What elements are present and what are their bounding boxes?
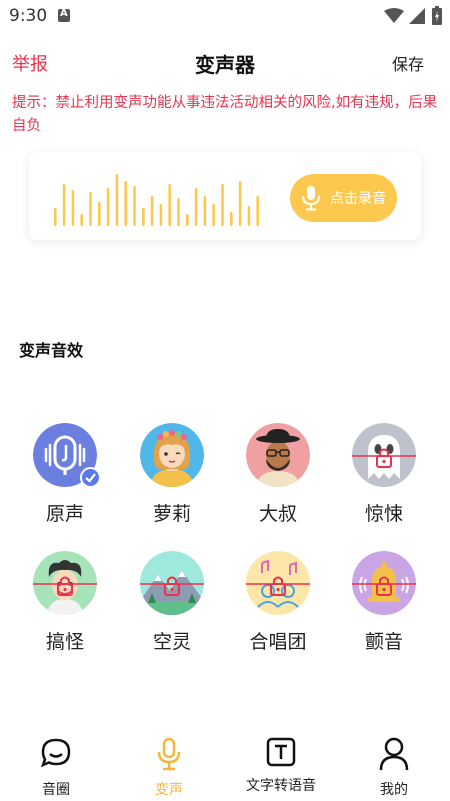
text-t-icon <box>266 737 296 767</box>
waveform-bar <box>256 196 259 226</box>
waveform-bar <box>133 186 136 226</box>
nav-item-mine[interactable]: 我的 <box>352 731 436 801</box>
effect-loli[interactable]: 萝莉 <box>127 423 217 533</box>
effect-funny[interactable]: 搞怪 <box>20 551 110 661</box>
status-time: 9:30 <box>9 6 48 26</box>
waveform-bar <box>89 192 92 226</box>
funny-avatar <box>33 551 97 615</box>
waveform-graphic <box>54 174 259 226</box>
effect-label: 颤音 <box>364 631 403 653</box>
signal-icon <box>409 8 425 24</box>
waveform-bar <box>150 196 154 226</box>
effect-ethereal[interactable]: 空灵 <box>127 551 217 661</box>
app-header: 举报 变声器 保存 <box>0 40 450 84</box>
ghost-avatar <box>352 423 416 487</box>
selected-check-icon <box>80 467 101 488</box>
record-card: 点击录音 <box>29 152 421 240</box>
waveform-bar <box>194 188 198 226</box>
effect-label: 大叔 <box>258 503 297 525</box>
waveform-bar <box>106 188 110 226</box>
record-button-label: 点击录音 <box>330 191 386 207</box>
nav-label: 变声 <box>155 782 183 798</box>
save-button[interactable]: 保存 <box>392 51 424 75</box>
waveform-bar <box>221 184 224 226</box>
battery-icon <box>432 6 442 25</box>
effect-label: 搞怪 <box>45 631 84 653</box>
waveform-bar <box>203 196 207 226</box>
waveform-bar <box>212 204 215 226</box>
waveform-bar <box>98 202 101 226</box>
chat-bubble-icon <box>40 738 71 768</box>
effect-uncle[interactable]: 大叔 <box>233 423 323 533</box>
waveform-bar <box>142 208 145 226</box>
effect-vibrato[interactable]: 颤音 <box>339 551 429 661</box>
girl-avatar <box>140 423 204 487</box>
nav-label: 我的 <box>380 782 408 798</box>
bell-avatar <box>352 551 416 615</box>
uncle-avatar <box>246 423 310 487</box>
record-button[interactable]: 点击录音 <box>290 174 397 222</box>
waveform-bar <box>186 214 189 226</box>
waveform-bar <box>80 214 83 226</box>
nav-item-voice-change[interactable]: 变声 <box>127 731 211 801</box>
effect-choir[interactable]: 合唱团 <box>233 551 323 661</box>
wifi-icon <box>384 8 404 23</box>
waveform-bar <box>238 181 242 226</box>
waveform-bar <box>247 206 251 226</box>
waveform-bar <box>177 198 180 226</box>
notification-a-icon <box>58 8 70 22</box>
page-title: 变声器 <box>195 53 255 77</box>
waveform-bar <box>62 184 66 226</box>
nav-item-text-to-speech[interactable]: 文字转语音 <box>236 731 326 801</box>
warning-notice: 提示：禁止利用变声功能从事违法活动相关的风险,如有违规，后果自负 <box>12 95 438 134</box>
choir-avatar <box>246 551 310 615</box>
waveform-bar <box>124 181 127 226</box>
nav-label: 文字转语音 <box>246 778 316 794</box>
effect-label: 原声 <box>45 503 84 525</box>
report-button[interactable]: 举报 <box>12 50 48 76</box>
effect-label: 空灵 <box>152 631 191 653</box>
waveform-bar <box>54 208 57 226</box>
effect-original[interactable]: 原声 <box>20 423 110 533</box>
waveform-bar <box>159 204 163 226</box>
nav-item-circle[interactable]: 音圈 <box>14 731 98 801</box>
waveform-bar <box>230 212 233 226</box>
waveform-bar <box>115 174 119 226</box>
user-icon <box>379 737 409 771</box>
effect-label: 合唱团 <box>249 631 307 653</box>
effect-thriller[interactable]: 惊悚 <box>339 423 429 533</box>
bottom-nav: 音圈 变声 文字转语音 我的 <box>0 731 450 801</box>
status-bar: 9:30 <box>0 0 450 32</box>
section-title: 变声音效 <box>19 341 84 360</box>
waveform-bar <box>168 184 171 226</box>
nav-label: 音圈 <box>42 782 70 798</box>
effect-label: 萝莉 <box>152 503 191 525</box>
microphone-icon <box>302 186 320 211</box>
mountain-avatar <box>140 551 204 615</box>
effect-label: 惊悚 <box>364 503 403 525</box>
mic-icon <box>157 737 181 771</box>
waveform-bar <box>71 190 75 226</box>
